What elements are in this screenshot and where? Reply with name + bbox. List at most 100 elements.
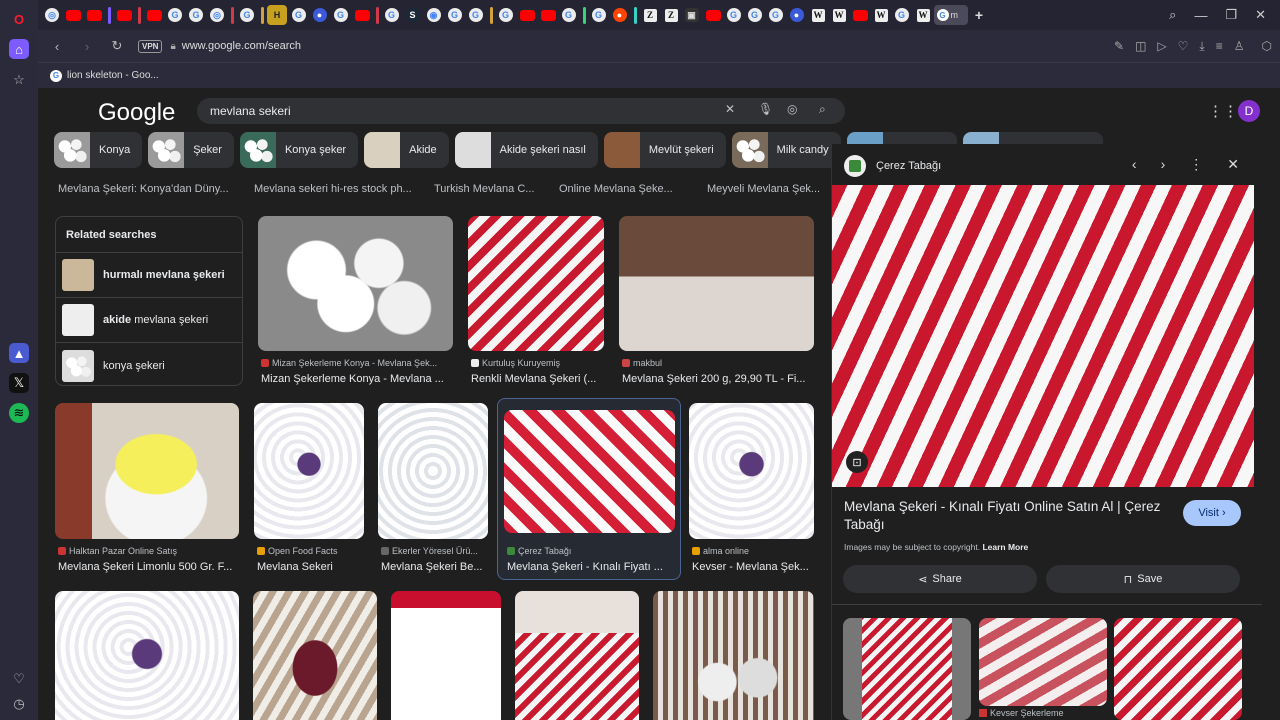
heart-icon[interactable]: ♡ bbox=[9, 669, 29, 689]
image-result[interactable]: Open Food Facts Mevlana Sekeri bbox=[254, 403, 364, 573]
tab-google[interactable]: G bbox=[333, 8, 348, 22]
result-image[interactable] bbox=[504, 410, 675, 533]
tab-youtube[interactable] bbox=[354, 9, 370, 21]
chip-konya[interactable]: Konya bbox=[54, 132, 143, 168]
related-image[interactable] bbox=[843, 618, 971, 720]
result-title[interactable]: Mevlana Şekeri Limonlu 500 Gr. F... bbox=[58, 561, 238, 573]
chip-akide-sekeri-nasil[interactable]: Akide şekeri nasıl bbox=[454, 132, 598, 168]
learn-more-link[interactable]: Learn More bbox=[982, 542, 1028, 552]
tab-wiki[interactable]: W bbox=[811, 8, 825, 22]
search-input[interactable]: mevlana sekeri bbox=[210, 104, 291, 118]
tab-google[interactable]: G bbox=[747, 8, 762, 22]
tab-google[interactable]: G bbox=[768, 8, 783, 22]
tab-active-google[interactable]: Gm bbox=[933, 5, 968, 25]
new-tab-button[interactable]: + bbox=[969, 5, 989, 25]
panel-site-name[interactable]: Çerez Tabağı bbox=[876, 160, 941, 172]
tab-steam[interactable]: S bbox=[405, 8, 420, 22]
tab-google[interactable]: G bbox=[291, 8, 306, 22]
tab-chatgpt[interactable]: ◎ bbox=[45, 8, 59, 22]
result-title[interactable]: Mevlana Sekeri bbox=[257, 561, 367, 573]
related-search-item[interactable]: akide mevlana şekeri bbox=[56, 298, 242, 343]
save-button[interactable]: ⊓ Save bbox=[1046, 565, 1240, 593]
chip-milk-candy[interactable]: Milk candy bbox=[731, 132, 841, 168]
tab-reddit[interactable]: ● bbox=[612, 8, 627, 22]
easy-setup-icon[interactable]: ≡ bbox=[1216, 39, 1223, 53]
result-image[interactable] bbox=[258, 216, 453, 351]
result-title[interactable]: Kevser - Mevlana Şek... bbox=[692, 561, 814, 573]
tab-chatgpt[interactable]: ◎ bbox=[210, 8, 224, 22]
related-image[interactable] bbox=[1114, 618, 1242, 720]
tab-google[interactable]: G bbox=[189, 8, 203, 22]
tab-youtube[interactable] bbox=[519, 9, 535, 21]
lens-icon[interactable]: ◎ bbox=[787, 102, 797, 116]
tab-google[interactable]: G bbox=[240, 8, 254, 22]
extensions-icon[interactable]: ⬡ bbox=[1262, 39, 1272, 53]
bookmark-item[interactable]: lion skeleton - Goo... bbox=[67, 70, 159, 81]
camera-icon[interactable]: ◫ bbox=[1135, 39, 1146, 53]
tab-google[interactable]: G bbox=[561, 8, 576, 22]
avatar[interactable]: D bbox=[1238, 100, 1260, 122]
edit-icon[interactable]: ✎ bbox=[1114, 39, 1124, 53]
tab-youtube[interactable] bbox=[87, 9, 102, 21]
result-image[interactable] bbox=[55, 591, 239, 720]
spotify-icon[interactable]: ≋ bbox=[9, 403, 29, 423]
result-title[interactable]: Mizan Şekerleme Konya - Mevlana ... bbox=[261, 373, 451, 385]
next-icon[interactable]: › bbox=[1161, 156, 1166, 173]
close-panel-icon[interactable]: ✕ bbox=[1227, 156, 1239, 173]
chip-konya-seker[interactable]: Konya şeker bbox=[239, 132, 359, 168]
tab-wiki[interactable]: W bbox=[916, 8, 930, 22]
forward-icon[interactable]: › bbox=[76, 39, 98, 54]
opera-logo-icon[interactable]: O bbox=[9, 9, 29, 29]
tab-google[interactable]: G bbox=[726, 8, 741, 22]
result-title[interactable]: Mevlana Şekeri - Kınalı Fiyatı ... bbox=[507, 561, 675, 573]
related-image[interactable] bbox=[979, 618, 1107, 706]
image-result-selected[interactable]: Çerez Tabağı Mevlana Şekeri - Kınalı Fiy… bbox=[504, 410, 676, 578]
tab-google[interactable]: G bbox=[468, 8, 483, 22]
result-image[interactable] bbox=[55, 403, 239, 539]
share-button[interactable]: ⋖ Share bbox=[843, 565, 1037, 593]
tab-youtube[interactable] bbox=[147, 9, 162, 21]
image-result[interactable] bbox=[391, 591, 501, 720]
image-result[interactable] bbox=[653, 591, 814, 720]
image-result[interactable] bbox=[253, 591, 377, 720]
tab-google[interactable]: G bbox=[591, 8, 606, 22]
related-image-source[interactable]: Kevser Şekerleme bbox=[990, 708, 1064, 718]
chip-akide[interactable]: Akide bbox=[364, 132, 449, 168]
result-image[interactable] bbox=[619, 216, 814, 351]
result-image[interactable] bbox=[391, 591, 501, 720]
tab-bag[interactable]: ▣ bbox=[684, 8, 699, 22]
history-icon[interactable]: ◷ bbox=[9, 694, 29, 714]
tab-youtube[interactable] bbox=[540, 9, 556, 21]
aria-icon[interactable]: ▲ bbox=[9, 343, 29, 363]
search-box[interactable]: mevlana sekeri ✕ 🎙︎ ◎ ⌕ bbox=[197, 98, 845, 124]
tab-youtube[interactable] bbox=[705, 9, 721, 21]
image-result[interactable] bbox=[55, 591, 239, 720]
tab-github[interactable]: ◉ bbox=[426, 8, 441, 22]
image-result[interactable]: Kurtuluş Kuruyemiş Renkli Mevlana Şekeri… bbox=[468, 216, 604, 386]
more-options-icon[interactable]: ⋮ bbox=[1189, 156, 1203, 173]
image-result[interactable]: Mizan Şekerleme Konya - Mevlana Şek... M… bbox=[258, 216, 453, 386]
tab-wiki[interactable]: W bbox=[832, 8, 846, 22]
home-icon[interactable]: ⌂ bbox=[9, 39, 29, 59]
preview-image[interactable]: ⊡ bbox=[832, 185, 1254, 487]
result-image[interactable] bbox=[515, 591, 639, 720]
tab-google[interactable]: G bbox=[168, 8, 182, 22]
tab-h[interactable]: H bbox=[267, 5, 287, 25]
tab-youtube[interactable] bbox=[117, 9, 132, 21]
profile-icon[interactable]: ♙ bbox=[1234, 39, 1245, 53]
tab-google[interactable]: G bbox=[384, 8, 399, 22]
related-search-item[interactable]: hurmalı mevlana şekeri bbox=[56, 253, 242, 298]
result-title[interactable]: Mevlana Şekeri 200 g, 29,90 TL - Fi... bbox=[622, 373, 812, 385]
send-icon[interactable]: ▷ bbox=[1157, 39, 1166, 53]
result-image[interactable] bbox=[653, 591, 814, 720]
chip-seker[interactable]: Şeker bbox=[148, 132, 234, 168]
tab-wiki[interactable]: W bbox=[874, 8, 888, 22]
google-logo[interactable]: Google bbox=[98, 99, 175, 127]
tab-youtube[interactable] bbox=[66, 9, 81, 21]
image-result[interactable]: Halktan Pazar Online Satış Mevlana Şeker… bbox=[55, 403, 239, 573]
tab-google[interactable]: G bbox=[498, 8, 513, 22]
visit-button[interactable]: Visit › bbox=[1183, 500, 1241, 526]
vpn-badge[interactable]: VPN bbox=[138, 39, 163, 53]
result-image[interactable] bbox=[253, 591, 377, 720]
heart-outline-icon[interactable]: ♡ bbox=[1178, 39, 1189, 53]
